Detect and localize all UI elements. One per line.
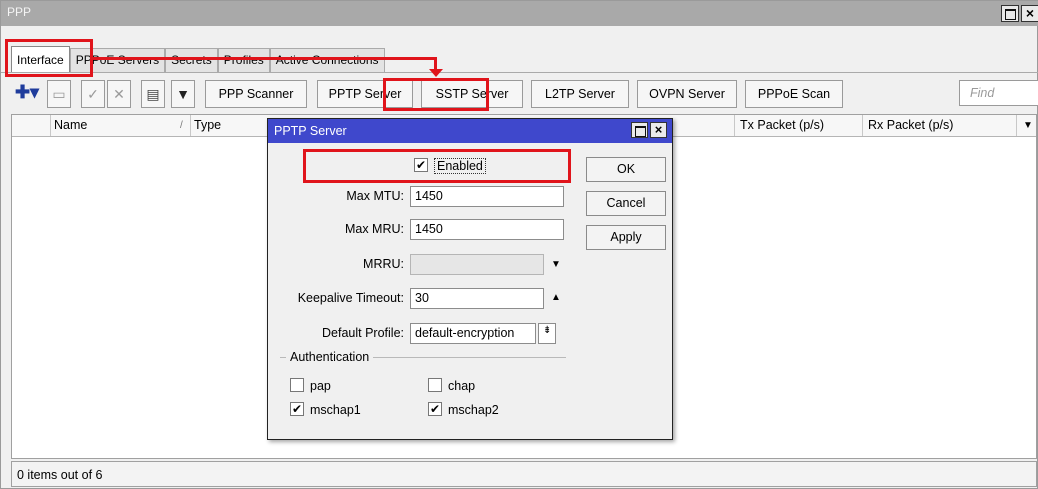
comment-icon[interactable]: ▤	[141, 80, 165, 108]
default-profile-label: Default Profile:	[322, 326, 404, 340]
close-icon[interactable]: ×	[1021, 5, 1038, 22]
highlight-arrow-icon	[429, 69, 443, 77]
window-title: PPP	[7, 5, 32, 19]
max-mru-label: Max MRU:	[344, 222, 404, 236]
mrru-label: MRRU:	[363, 257, 404, 271]
tab-active-connections[interactable]: Active Connections	[269, 48, 385, 73]
columns-dropdown-icon[interactable]: ▼	[1023, 120, 1033, 131]
default-profile-dropdown-icon[interactable]: ⇟	[538, 323, 556, 344]
apply-button[interactable]: Apply	[586, 225, 666, 250]
ppp-window: PPP × Interface PPPoE Servers Secrets Pr…	[0, 0, 1038, 489]
max-mru-input[interactable]: 1450	[410, 219, 564, 240]
column-tx-packet[interactable]: Tx Packet (p/s)	[740, 118, 824, 132]
chap-checkbox[interactable]	[428, 378, 442, 392]
find-input[interactable]: Find	[959, 80, 1038, 106]
highlight-connector-line	[93, 57, 437, 60]
remove-icon[interactable]: ▭	[47, 80, 71, 108]
tab-profiles[interactable]: Profiles	[217, 48, 270, 73]
ppp-scanner-button[interactable]: PPP Scanner	[205, 80, 307, 108]
filter-icon[interactable]: ▼	[171, 80, 195, 108]
dialog-titlebar[interactable]: PPTP Server ×	[268, 119, 672, 143]
add-icon[interactable]: ✚▾	[11, 80, 43, 108]
column-rx-packet[interactable]: Rx Packet (p/s)	[868, 118, 953, 132]
column-type[interactable]: Type	[194, 118, 221, 132]
sort-marker: /	[180, 120, 183, 131]
highlight-interface-tab	[5, 39, 93, 77]
mschap2-checkbox[interactable]: ✔	[428, 402, 442, 416]
maximize-icon[interactable]	[1001, 5, 1019, 22]
mrru-input[interactable]	[410, 254, 544, 275]
window-titlebar[interactable]: PPP ×	[1, 1, 1038, 26]
chap-label: chap	[448, 379, 476, 393]
dialog-maximize-icon[interactable]	[631, 122, 648, 138]
status-bar: 0 items out of 6	[11, 461, 1037, 487]
l2tp-server-button[interactable]: L2TP Server	[531, 80, 629, 108]
tab-secrets[interactable]: Secrets	[165, 48, 218, 73]
ok-button[interactable]: OK	[586, 157, 666, 182]
enable-icon[interactable]: ✓	[81, 80, 105, 108]
default-profile-select[interactable]: default-encryption	[410, 323, 536, 344]
max-mtu-input[interactable]: 1450	[410, 186, 564, 207]
mschap2-label: mschap2	[448, 403, 499, 417]
toolbar: ✚▾ ▭ ✓ ✕ ▤ ▼ PPP Scanner PPTP Server SST…	[11, 80, 1038, 110]
mschap1-label: mschap1	[310, 403, 361, 417]
cancel-button[interactable]: Cancel	[586, 191, 666, 216]
dialog-title: PPTP Server	[274, 124, 347, 138]
pppoe-scan-button[interactable]: PPPoE Scan	[745, 80, 843, 108]
authentication-group-label: Authentication	[286, 350, 374, 364]
max-mtu-label: Max MTU:	[346, 189, 404, 203]
pap-checkbox[interactable]	[290, 378, 304, 392]
column-name[interactable]: Name	[54, 118, 87, 132]
keepalive-input[interactable]: 30	[410, 288, 544, 309]
keepalive-collapse-icon[interactable]: ▲	[551, 292, 561, 303]
disable-icon[interactable]: ✕	[107, 80, 131, 108]
ovpn-server-button[interactable]: OVPN Server	[637, 80, 737, 108]
tab-divider	[1, 72, 1038, 73]
highlight-enabled	[303, 149, 571, 183]
highlight-pptp-button	[383, 78, 489, 111]
mschap1-checkbox[interactable]: ✔	[290, 402, 304, 416]
mrru-expand-icon[interactable]: ▼	[551, 259, 561, 270]
pap-label: pap	[310, 379, 331, 393]
keepalive-label: Keepalive Timeout:	[297, 291, 404, 305]
dialog-close-icon[interactable]: ×	[650, 122, 667, 138]
